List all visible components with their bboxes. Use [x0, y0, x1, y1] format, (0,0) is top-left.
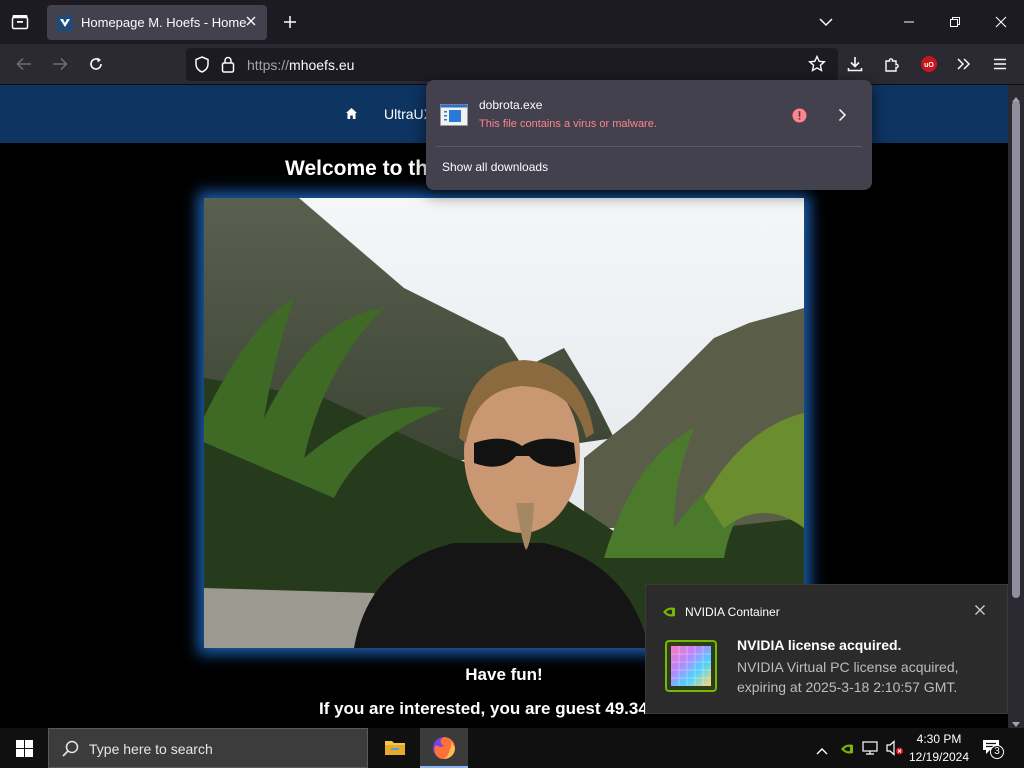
notification-title: NVIDIA license acquired. — [737, 637, 902, 653]
reload-icon — [90, 57, 102, 70]
svg-text:uO: uO — [924, 62, 934, 69]
minimize-button[interactable] — [896, 10, 922, 34]
action-center-button[interactable]: 3 — [980, 736, 1010, 762]
downloads-button[interactable] — [843, 52, 867, 76]
tab-strip: Homepage M. Hoefs - Home — [0, 0, 1024, 44]
show-all-downloads-link[interactable]: Show all downloads — [442, 160, 548, 174]
arrow-right-icon — [53, 57, 68, 71]
guest-counter-text: If you are interested, you are guest 49.… — [319, 699, 648, 718]
app-menu-button[interactable] — [988, 52, 1012, 76]
tab-close-icon[interactable] — [245, 14, 257, 32]
star-icon — [808, 55, 826, 72]
page-scrollbar[interactable] — [1008, 85, 1024, 728]
notification-body: NVIDIA Virtual PC license acquired, expi… — [737, 659, 959, 695]
network-icon[interactable] — [862, 741, 878, 760]
home-icon[interactable] — [345, 107, 358, 125]
more-tools-button[interactable] — [952, 52, 976, 76]
url-text[interactable]: https://mhoefs.eu — [247, 57, 354, 73]
minimize-icon — [904, 21, 914, 23]
tab-title: Homepage M. Hoefs - Home — [81, 15, 247, 30]
puzzle-piece-icon — [885, 58, 899, 72]
back-button[interactable] — [12, 52, 36, 76]
reload-button[interactable] — [84, 52, 108, 76]
notification-app-name: NVIDIA Container — [685, 605, 780, 619]
lock-icon[interactable] — [221, 56, 235, 78]
profile-photo — [204, 198, 804, 648]
download-details-chevron-icon[interactable] — [838, 108, 847, 127]
plus-icon — [284, 16, 296, 28]
navigation-toolbar: https://mhoefs.eu uO — [0, 44, 1024, 85]
windows-start-icon[interactable] — [16, 740, 33, 762]
search-placeholder: Type here to search — [89, 741, 213, 757]
ublock-origin-icon: uO — [921, 56, 937, 72]
nvidia-notification[interactable]: NVIDIA Container NVIDIA license acquired… — [645, 584, 1008, 714]
volume-muted-icon[interactable] — [886, 740, 904, 761]
exe-file-icon — [440, 104, 468, 131]
page-heading: Welcome to th — [285, 157, 429, 180]
bookmark-star-button[interactable] — [805, 52, 829, 76]
url-scheme: https:// — [247, 57, 290, 73]
downloads-panel: dobrota.exe This file contains a virus o… — [426, 80, 872, 190]
windows-taskbar: Type here to search 4:30 PM 12/19/2024 3 — [0, 728, 1024, 768]
double-chevron-right-icon — [957, 58, 971, 70]
hamburger-menu-icon — [994, 58, 1006, 70]
close-icon[interactable] — [974, 603, 986, 621]
download-file-name[interactable]: dobrota.exe — [479, 98, 542, 112]
close-window-button[interactable] — [988, 10, 1014, 34]
download-status-warning: This file contains a virus or malware. — [479, 118, 657, 130]
url-host: mhoefs.eu — [289, 57, 355, 73]
scrollbar-thumb[interactable] — [1012, 101, 1020, 598]
firefox-view-icon — [11, 15, 29, 30]
warning-icon — [792, 108, 807, 128]
taskbar-search-box[interactable]: Type here to search — [48, 728, 368, 768]
notification-count-badge: 3 — [990, 745, 1004, 759]
nvidia-logo-icon — [662, 605, 676, 623]
extensions-button[interactable] — [880, 52, 904, 76]
tab-homepage[interactable]: Homepage M. Hoefs - Home — [47, 5, 267, 40]
firefox-icon — [432, 736, 456, 765]
nvidia-tray-icon[interactable] — [840, 742, 854, 760]
ublock-origin-button[interactable]: uO — [917, 52, 941, 76]
arrow-left-icon — [16, 57, 31, 71]
forward-button[interactable] — [48, 52, 72, 76]
url-bar[interactable]: https://mhoefs.eu — [186, 48, 838, 81]
download-icon — [847, 57, 863, 72]
new-tab-button[interactable] — [278, 10, 302, 34]
list-all-tabs-button[interactable] — [814, 10, 838, 34]
chevron-down-icon — [819, 18, 833, 27]
restore-icon — [950, 17, 960, 27]
taskbar-time[interactable]: 4:30 PM — [908, 732, 970, 746]
file-explorer-icon[interactable] — [384, 737, 406, 762]
taskbar-firefox-button[interactable] — [420, 728, 468, 768]
site-favicon-icon — [57, 14, 73, 31]
taskbar-date[interactable]: 12/19/2024 — [906, 750, 972, 764]
close-icon — [995, 16, 1007, 28]
gpu-chip-icon — [665, 640, 717, 697]
show-hidden-icons-chevron-icon[interactable] — [816, 742, 828, 760]
separator — [436, 146, 862, 147]
tracking-protection-shield-icon[interactable] — [194, 56, 210, 78]
restore-button[interactable] — [942, 10, 968, 34]
firefox-view-button[interactable] — [8, 10, 32, 34]
search-icon — [62, 740, 79, 762]
